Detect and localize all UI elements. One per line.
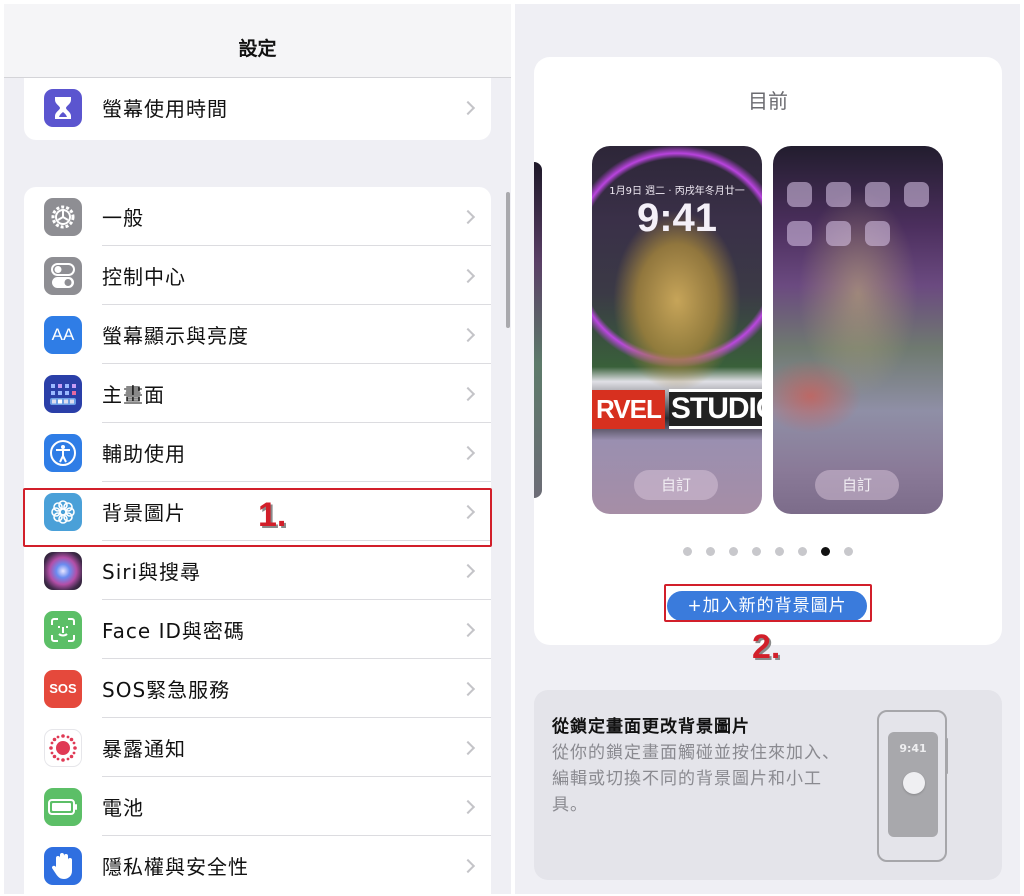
exposure-notification-icon	[44, 728, 82, 767]
settings-group-screen-time: 螢幕使用時間	[24, 78, 491, 140]
settings-item-label: SOS緊急服務	[102, 678, 231, 702]
home-screen-preview[interactable]: 自訂	[773, 146, 943, 514]
chevron-right-icon	[460, 445, 476, 460]
settings-item-control-center[interactable]: 控制中心	[24, 246, 491, 305]
wallpaper-pane: 目前 1月9日 週二 · 丙戌年冬月廿一 9:41 RVEL STUDIOS 自…	[515, 4, 1020, 894]
touch-circle-icon	[903, 772, 925, 794]
app-icon-placeholder	[865, 182, 890, 207]
settings-item-label: 螢幕使用時間	[102, 97, 228, 121]
wallpaper-card: 目前 1月9日 週二 · 丙戌年冬月廿一 9:41 RVEL STUDIOS 自…	[534, 57, 1002, 645]
settings-item-label: 控制中心	[102, 265, 186, 289]
hand-icon	[44, 846, 82, 885]
gear-icon	[44, 197, 82, 236]
accessibility-icon	[44, 433, 82, 472]
settings-item-label: 輔助使用	[102, 442, 186, 466]
settings-item-label: 一般	[102, 206, 144, 230]
settings-item-accessibility[interactable]: 輔助使用	[24, 423, 491, 482]
marvel-studios-text: STUDIOS	[668, 389, 762, 429]
settings-item-home-screen[interactable]: 主畫面	[24, 364, 491, 423]
page-title: 設定	[238, 38, 277, 60]
phone-illustration-icon: 9:41	[877, 710, 948, 862]
tip-card: 從鎖定畫面更改背景圖片 從你的鎖定畫面觸碰並按住來加入、編輯或切換不同的背景圖片…	[534, 690, 1002, 880]
text-size-icon: AA	[44, 315, 82, 354]
lock-time: 9:41	[636, 196, 718, 240]
app-icon-placeholder	[904, 182, 929, 207]
face-id-icon	[44, 610, 82, 649]
lock-screen-preview[interactable]: 1月9日 週二 · 丙戌年冬月廿一 9:41 RVEL STUDIOS 自訂	[592, 146, 762, 514]
nav-bar: 設定	[4, 4, 511, 78]
app-icon-placeholder	[787, 182, 812, 207]
annotation-step-2: 2.	[752, 628, 781, 666]
current-label: 目前	[748, 89, 788, 113]
settings-item-label: 隱私權與安全性	[102, 855, 249, 879]
page-dot[interactable]	[706, 547, 715, 556]
settings-item-privacy-security[interactable]: 隱私權與安全性	[24, 836, 491, 894]
add-new-wallpaper-button[interactable]: +加入新的背景圖片	[667, 591, 867, 621]
marvel-red-text: RVEL	[592, 389, 665, 429]
chevron-right-icon	[460, 858, 476, 873]
sos-icon: SOS	[44, 669, 82, 708]
chevron-right-icon	[460, 563, 476, 578]
app-icon-placeholder	[865, 221, 890, 246]
marvel-studios-sign: RVEL STUDIOS	[592, 384, 762, 434]
phone-illustration-screen: 9:41	[888, 732, 938, 837]
chevron-right-icon	[460, 386, 476, 401]
settings-item-emergency-sos[interactable]: SOS SOS緊急服務	[24, 659, 491, 718]
chevron-right-icon	[460, 100, 476, 115]
settings-item-label: 背景圖片	[102, 501, 186, 525]
page-dot[interactable]	[683, 547, 692, 556]
customize-lock-button[interactable]: 自訂	[634, 470, 718, 500]
hourglass-icon	[44, 88, 82, 127]
chevron-right-icon	[460, 268, 476, 283]
phone-illustration-time: 9:41	[899, 742, 927, 755]
previous-wallpaper-peek[interactable]	[534, 162, 542, 498]
settings-item-face-id-passcode[interactable]: Face ID與密碼	[24, 600, 491, 659]
side-button-icon	[945, 738, 948, 774]
siri-icon	[44, 551, 82, 590]
tip-title: 從鎖定畫面更改背景圖片	[552, 717, 750, 737]
page-dot[interactable]	[752, 547, 761, 556]
chevron-right-icon	[460, 681, 476, 696]
annotation-step-1: 1.	[258, 496, 287, 534]
lock-date: 1月9日 週二 · 丙戌年冬月廿一	[609, 186, 745, 197]
chevron-right-icon	[460, 504, 476, 519]
settings-group-main: 一般 控制中心 AA 螢幕顯示與亮度 主畫面 輔助使用 背景圖片 Siri與搜尋…	[24, 187, 491, 894]
settings-item-label: Face ID與密碼	[102, 619, 245, 643]
settings-item-screen-time[interactable]: 螢幕使用時間	[24, 78, 491, 137]
page-dot-active[interactable]	[821, 547, 830, 556]
battery-icon	[44, 787, 82, 826]
settings-item-label: 螢幕顯示與亮度	[102, 324, 249, 348]
toggles-icon	[44, 256, 82, 295]
settings-pane: 設定 螢幕使用時間 一般 控制中心 AA 螢幕顯示與亮度 主畫面 輔助使用 背景…	[4, 4, 511, 894]
scrollbar[interactable]	[506, 192, 510, 328]
app-icon-grid	[787, 182, 929, 246]
settings-item-label: 暴露通知	[102, 737, 186, 761]
settings-item-siri-search[interactable]: Siri與搜尋	[24, 541, 491, 600]
settings-item-display-brightness[interactable]: AA 螢幕顯示與亮度	[24, 305, 491, 364]
app-icon-placeholder	[787, 221, 812, 246]
page-dot[interactable]	[729, 547, 738, 556]
settings-item-exposure-notifications[interactable]: 暴露通知	[24, 718, 491, 777]
settings-item-general[interactable]: 一般	[24, 187, 491, 246]
chevron-right-icon	[460, 622, 476, 637]
settings-item-label: 電池	[102, 796, 144, 820]
chevron-right-icon	[460, 799, 476, 814]
page-dot[interactable]	[844, 547, 853, 556]
tip-body: 從你的鎖定畫面觸碰並按住來加入、編輯或切換不同的背景圖片和小工具。	[552, 743, 840, 815]
settings-item-label: 主畫面	[102, 383, 165, 407]
customize-home-button[interactable]: 自訂	[815, 470, 899, 500]
settings-item-battery[interactable]: 電池	[24, 777, 491, 836]
chevron-right-icon	[460, 209, 476, 224]
chevron-right-icon	[460, 327, 476, 342]
chevron-right-icon	[460, 740, 476, 755]
home-screen-grid-icon	[44, 374, 82, 413]
app-icon-placeholder	[826, 221, 851, 246]
page-dot[interactable]	[775, 547, 784, 556]
settings-item-label: Siri與搜尋	[102, 560, 202, 584]
page-indicator[interactable]	[534, 547, 1002, 556]
page-dot[interactable]	[798, 547, 807, 556]
wallpaper-flower-icon	[44, 492, 82, 531]
app-icon-placeholder	[826, 182, 851, 207]
